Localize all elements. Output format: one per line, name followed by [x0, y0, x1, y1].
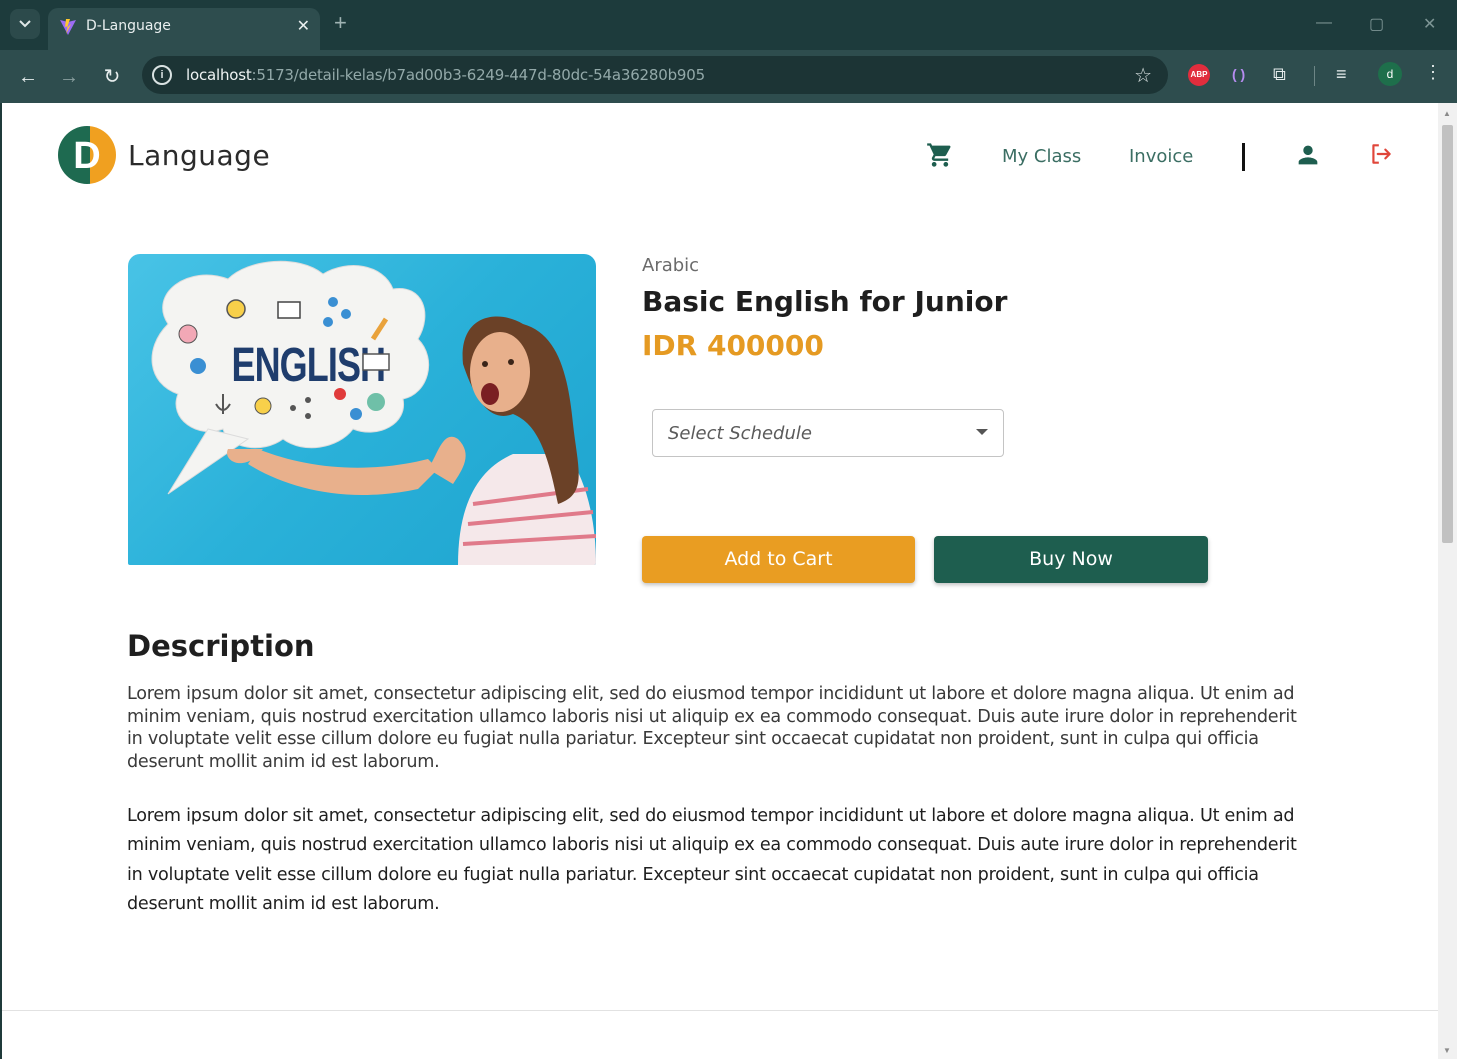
course-category: Arabic — [642, 255, 700, 276]
site-info-icon[interactable]: i — [152, 65, 172, 85]
browser-chrome: D-Language ✕ + — ▢ ✕ ← → ↻ i localhost:5… — [0, 0, 1457, 103]
tab-search-button[interactable] — [10, 9, 40, 39]
buy-now-button[interactable]: Buy Now — [934, 536, 1208, 583]
description-paragraph: Lorem ipsum dolor sit amet, consectetur … — [127, 684, 1297, 772]
url-text[interactable]: localhost:5173/detail-kelas/b7ad00b3-624… — [186, 66, 705, 84]
bookmark-star-icon[interactable]: ☆ — [1134, 63, 1152, 88]
logout-icon[interactable] — [1368, 141, 1394, 167]
minimize-icon[interactable]: — — [1316, 14, 1332, 32]
url-path: :5173/detail-kelas/b7ad00b3-6249-447d-80… — [251, 66, 706, 84]
browser-menu-icon[interactable]: ⋮ — [1424, 62, 1442, 83]
browser-toolbar: ← → ↻ i localhost:5173/detail-kelas/b7ad… — [0, 50, 1457, 103]
tab-strip: D-Language ✕ + — ▢ ✕ — [0, 0, 1457, 50]
footer-divider — [2, 1010, 1438, 1011]
scrollbar-thumb[interactable] — [1442, 125, 1453, 543]
address-bar[interactable]: i localhost:5173/detail-kelas/b7ad00b3-6… — [142, 56, 1168, 94]
schedule-select[interactable]: Select Schedule — [652, 409, 1004, 457]
description-paragraph: Lorem ipsum dolor sit amet, consectetur … — [127, 806, 1297, 914]
reload-icon[interactable]: ↻ — [99, 64, 125, 90]
description-heading: Description — [127, 629, 315, 663]
maximize-icon[interactable]: ▢ — [1369, 14, 1384, 34]
course-image-word: ENGLISH — [232, 338, 386, 391]
schedule-placeholder: Select Schedule — [668, 423, 812, 444]
media-control-icon[interactable]: ≡ — [1336, 64, 1347, 85]
course-image: ENGLISH — [128, 254, 596, 565]
course-price: IDR 400000 — [642, 329, 824, 362]
logo-letter: D — [73, 135, 100, 177]
course-illustration: ENGLISH — [151, 260, 596, 565]
nav-invoice[interactable]: Invoice — [1129, 146, 1193, 167]
tab-close-icon[interactable]: ✕ — [297, 16, 310, 36]
add-to-cart-button[interactable]: Add to Cart — [642, 536, 915, 583]
page-viewport: D Language My Class Invoice ENGLISH Arab… — [2, 103, 1438, 1059]
nav-my-class[interactable]: My Class — [1002, 146, 1081, 167]
extension-purple-icon[interactable]: ( ) — [1232, 66, 1245, 82]
profile-avatar[interactable]: d — [1378, 62, 1402, 86]
url-host: localhost — [186, 66, 252, 84]
dropdown-caret-icon — [976, 429, 988, 435]
extensions-puzzle-icon[interactable]: ⧉ — [1273, 64, 1286, 85]
new-tab-icon[interactable]: + — [334, 12, 347, 34]
d-language-logo[interactable]: D — [57, 125, 117, 185]
page-scrollbar[interactable]: ▲ ▼ — [1438, 103, 1457, 1059]
window-close-icon[interactable]: ✕ — [1423, 14, 1436, 34]
scroll-down-arrow-icon[interactable]: ▼ — [1443, 1046, 1451, 1055]
back-icon[interactable]: ← — [15, 64, 41, 90]
tab-title: D-Language — [86, 18, 171, 34]
course-title: Basic English for Junior — [642, 285, 1008, 318]
adblock-extension-icon[interactable]: ABP — [1188, 64, 1210, 86]
vite-favicon-icon — [60, 19, 76, 35]
chevron-down-icon — [19, 20, 31, 28]
forward-icon[interactable]: → — [56, 64, 82, 90]
user-icon[interactable] — [1294, 141, 1322, 169]
brand-name[interactable]: Language — [128, 139, 270, 172]
scroll-up-arrow-icon[interactable]: ▲ — [1443, 109, 1451, 118]
nav-divider — [1242, 143, 1245, 171]
active-tab[interactable]: D-Language ✕ — [48, 8, 320, 50]
toolbar-divider — [1314, 66, 1315, 86]
cart-icon[interactable] — [926, 141, 954, 169]
